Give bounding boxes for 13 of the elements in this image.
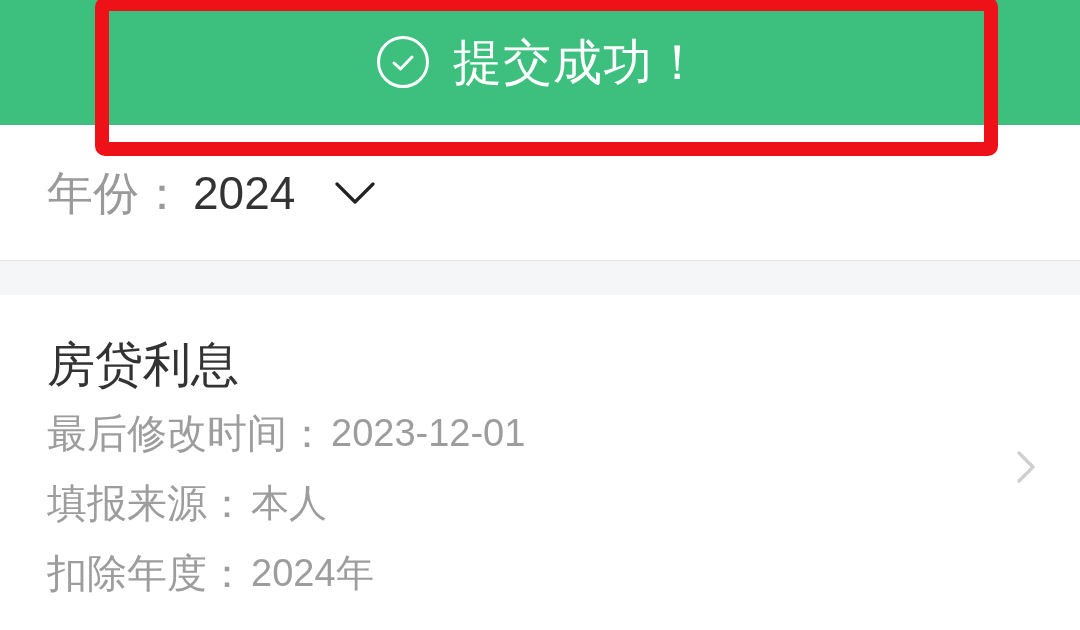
field-label: 最后修改时间： xyxy=(47,410,327,456)
record-title: 房贷利息 xyxy=(47,337,239,393)
field-label: 扣除年度： xyxy=(47,550,247,596)
chevron-down-icon xyxy=(335,181,376,204)
year-dropdown[interactable]: 2024 xyxy=(193,164,380,221)
chevron-right-icon[interactable] xyxy=(1016,449,1036,484)
check-circle-icon xyxy=(377,35,429,88)
success-message: 提交成功！ xyxy=(453,33,703,91)
field-label: 填报来源： xyxy=(47,480,247,526)
year-label: 年份： xyxy=(47,165,185,221)
field-value: 本人 xyxy=(251,481,327,526)
field-value: 2024年 xyxy=(251,551,374,596)
field-value: 2023-12-01 xyxy=(331,411,526,456)
